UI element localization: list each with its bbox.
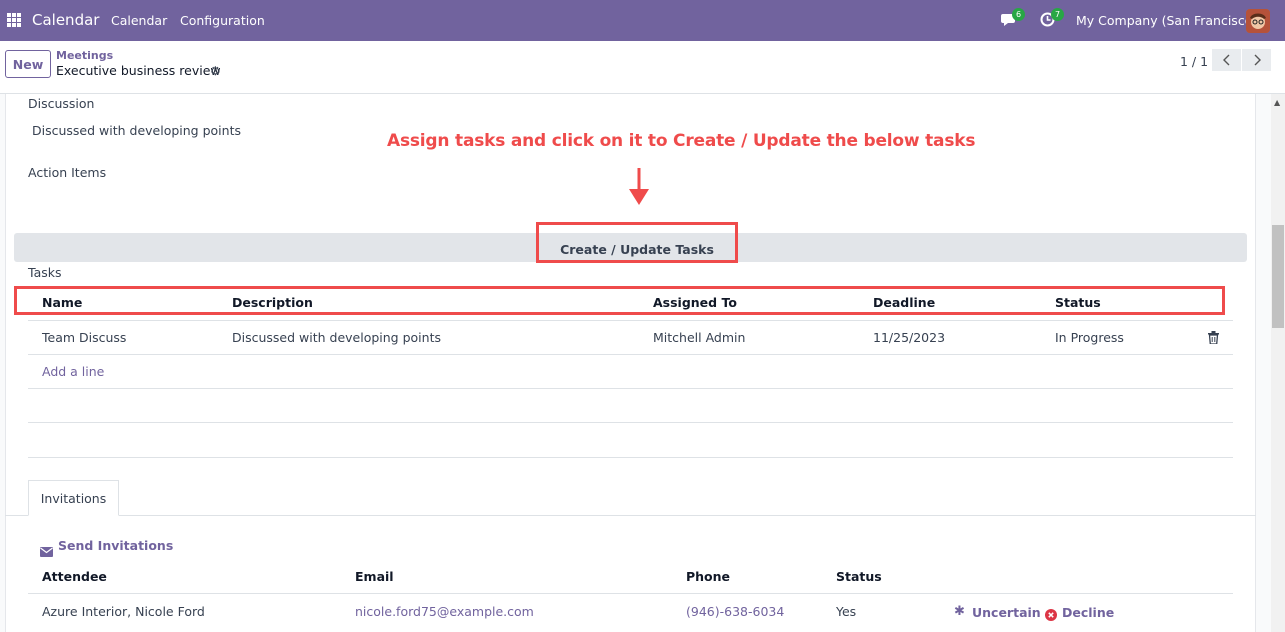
row-divider (28, 593, 1233, 594)
company-switcher[interactable]: My Company (San Francisco) (1076, 13, 1257, 28)
breadcrumb-meetings[interactable]: Meetings (56, 49, 113, 62)
new-button[interactable]: New (5, 50, 51, 78)
row-divider (28, 422, 1233, 423)
task-assigned-cell[interactable]: Mitchell Admin (653, 330, 745, 345)
attendees-col-attendee[interactable]: Attendee (42, 569, 107, 584)
pager-next-button[interactable] (1242, 49, 1271, 71)
row-divider (28, 354, 1233, 355)
user-avatar[interactable] (1246, 9, 1270, 33)
attendee-phone-link[interactable]: (946)-638-6034 (686, 604, 784, 619)
menu-calendar[interactable]: Calendar (111, 13, 167, 28)
send-invitations-button[interactable]: Send Invitations (58, 538, 173, 553)
tasks-col-status[interactable]: Status (1055, 295, 1101, 310)
row-divider (28, 388, 1233, 389)
discussion-label: Discussion (28, 96, 95, 111)
annotation-text: Assign tasks and click on it to Create /… (387, 131, 976, 151)
task-status-cell[interactable]: In Progress (1055, 330, 1124, 345)
app-name[interactable]: Calendar (32, 11, 99, 29)
tabs-divider (5, 515, 1256, 516)
chevron-left-icon (1222, 54, 1229, 66)
task-deadline-cell[interactable]: 11/25/2023 (873, 330, 945, 345)
tab-invitations[interactable]: Invitations (28, 480, 119, 516)
tasks-label: Tasks (28, 265, 62, 280)
messages-count-badge: 6 (1012, 8, 1025, 21)
create-update-tasks-button[interactable]: Create / Update Tasks (536, 222, 738, 263)
attendees-col-email[interactable]: Email (355, 569, 394, 584)
menu-configuration[interactable]: Configuration (180, 13, 265, 28)
pager-value[interactable]: 1 / 1 (1180, 54, 1208, 69)
top-navbar: Calendar Calendar Configuration 6 7 My C… (0, 0, 1285, 41)
trash-icon[interactable] (1208, 331, 1219, 344)
attendees-col-phone[interactable]: Phone (686, 569, 730, 584)
attendee-status-cell: Yes (836, 604, 857, 619)
gear-icon[interactable]: ⚙ (210, 64, 221, 78)
scrollbar[interactable] (1271, 94, 1285, 632)
envelope-icon (40, 542, 53, 561)
action-items-label: Action Items (28, 165, 107, 180)
tasks-col-description[interactable]: Description (232, 295, 313, 310)
attendee-name-cell[interactable]: Azure Interior, Nicole Ford (42, 604, 205, 619)
row-divider (28, 320, 1233, 321)
discussion-field[interactable]: Discussed with developing points (32, 123, 241, 138)
apps-menu-icon[interactable] (7, 13, 21, 27)
activities-icon[interactable]: 7 (1040, 8, 1064, 31)
attendee-email-link[interactable]: nicole.ford75@example.com (355, 604, 534, 619)
asterisk-icon: ✱ (954, 604, 965, 619)
chevron-right-icon (1254, 54, 1261, 66)
breadcrumb-current: Executive business review (56, 63, 221, 78)
tasks-header-highlight (14, 286, 1225, 315)
tasks-col-assigned-to[interactable]: Assigned To (653, 295, 737, 310)
scrollbar-thumb[interactable] (1272, 225, 1284, 328)
decline-x-icon (1045, 606, 1057, 625)
attendees-col-status[interactable]: Status (836, 569, 882, 584)
task-name-cell[interactable]: Team Discuss (42, 330, 126, 345)
control-panel: New Meetings Executive business review ⚙… (0, 41, 1285, 94)
uncertain-button[interactable]: Uncertain (972, 605, 1041, 620)
decline-button[interactable]: Decline (1062, 605, 1114, 620)
scroll-up-arrow-icon[interactable]: ▲ (1274, 98, 1280, 107)
add-a-line-link[interactable]: Add a line (42, 364, 104, 379)
messages-icon[interactable]: 6 (1001, 8, 1025, 31)
activities-count-badge: 7 (1051, 8, 1064, 21)
row-divider (28, 457, 1233, 458)
tasks-col-name[interactable]: Name (42, 295, 82, 310)
tasks-col-deadline[interactable]: Deadline (873, 295, 935, 310)
pager-previous-button[interactable] (1212, 49, 1241, 71)
task-description-cell[interactable]: Discussed with developing points (232, 330, 441, 345)
arrow-down-icon (629, 168, 649, 205)
